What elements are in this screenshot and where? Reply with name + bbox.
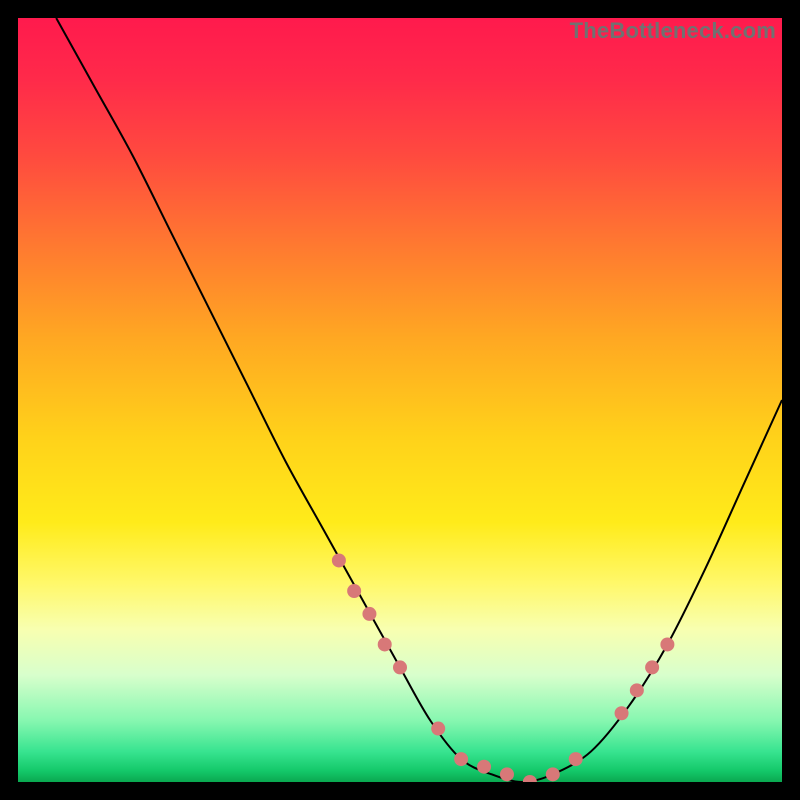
chart-frame: TheBottleneck.com [0, 0, 800, 800]
curve-marker [393, 660, 407, 674]
curve-marker [431, 722, 445, 736]
curve-marker [645, 660, 659, 674]
watermark-text: TheBottleneck.com [570, 18, 776, 44]
curve-marker [569, 752, 583, 766]
curve-marker [454, 752, 468, 766]
curve-marker [332, 553, 346, 567]
curve-layer [18, 18, 782, 782]
plot-area: TheBottleneck.com [18, 18, 782, 782]
curve-marker [347, 584, 361, 598]
curve-marker [615, 706, 629, 720]
marker-group [332, 553, 675, 782]
curve-marker [660, 637, 674, 651]
curve-marker [362, 607, 376, 621]
curve-marker [477, 760, 491, 774]
curve-marker [378, 637, 392, 651]
curve-marker [630, 683, 644, 697]
curve-marker [500, 767, 514, 781]
curve-marker [523, 775, 537, 782]
curve-marker [546, 767, 560, 781]
bottleneck-curve [56, 18, 782, 782]
